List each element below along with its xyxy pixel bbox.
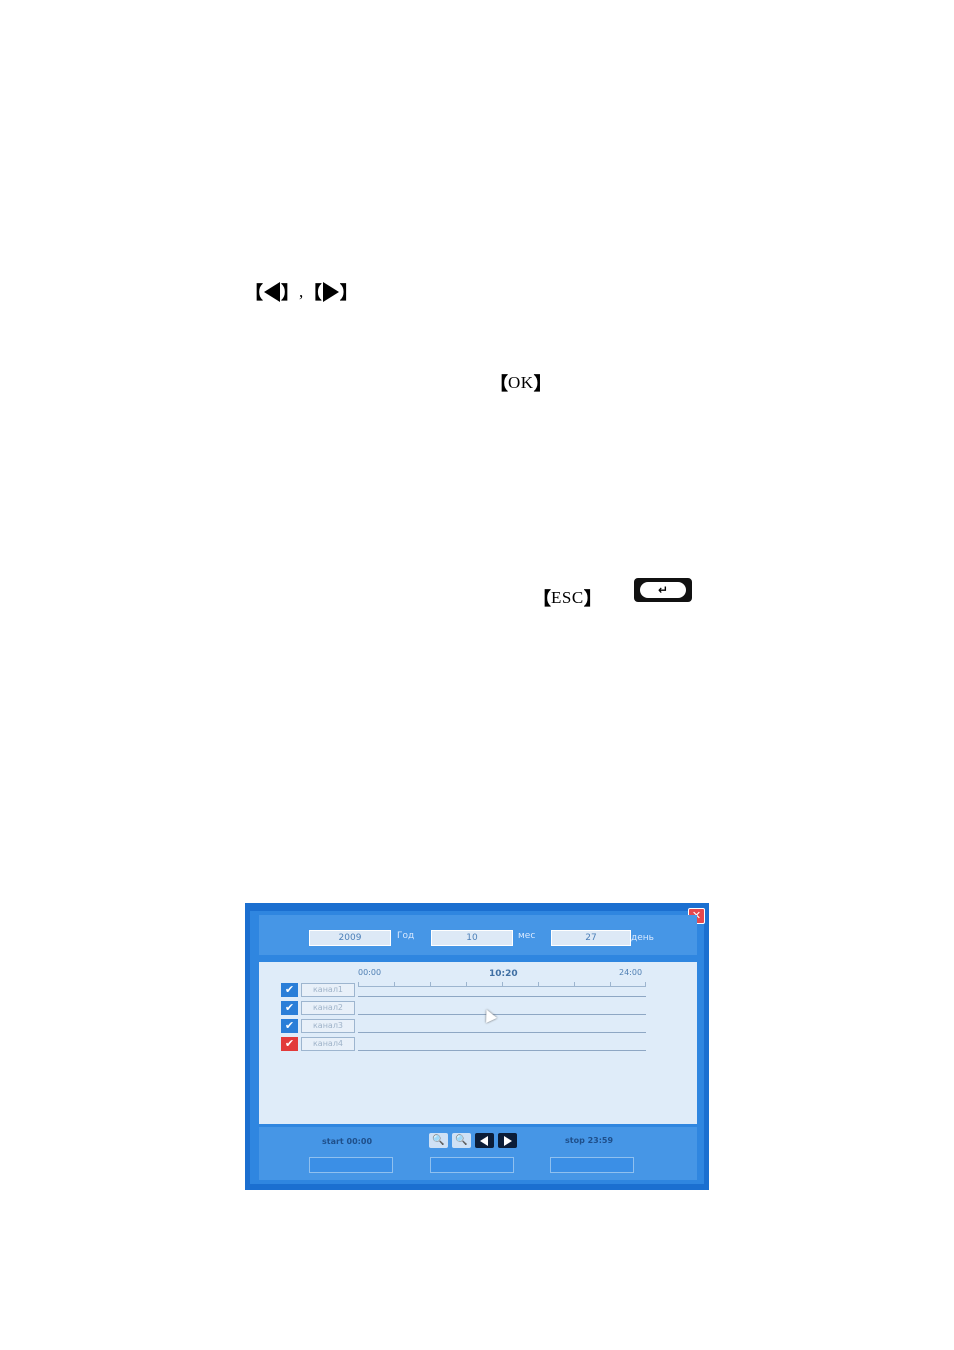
next-arrow-icon[interactable]: [498, 1133, 517, 1148]
return-arrow-icon: ↵: [640, 582, 686, 598]
ruler-tick: [538, 982, 539, 986]
left-bracket: 【: [533, 589, 551, 610]
stop-time-label: stop 23:59: [565, 1136, 614, 1145]
start-time-label: start 00:00: [322, 1137, 373, 1146]
ruler-tick: [610, 982, 611, 986]
ruler-tick: [574, 982, 575, 986]
action-button-3[interactable]: [550, 1157, 634, 1173]
dvr-search-window: ✕ 2009 Год 10 мес 27 день 00:00 10:20 24…: [245, 903, 709, 1190]
channel-checkbox[interactable]: ✔: [281, 1019, 298, 1033]
channel-label: канал2: [301, 1001, 355, 1015]
ruler-tick: [466, 982, 467, 986]
action-button-1[interactable]: [309, 1157, 393, 1173]
day-field[interactable]: 27: [551, 930, 631, 946]
date-bar: 2009 Год 10 мес 27 день: [259, 915, 697, 955]
esc-key: ESC: [551, 588, 584, 607]
ruler-tick: [358, 982, 359, 986]
ruler-tick: [502, 982, 503, 986]
right-bracket: 】: [339, 283, 358, 304]
month-label: мес: [518, 931, 536, 941]
left-bracket: 【: [490, 374, 508, 395]
channel-checkbox[interactable]: ✔: [281, 1037, 298, 1051]
channel-track[interactable]: [358, 996, 646, 997]
timeline-panel: 00:00 10:20 24:00 ✔ канал1 ✔ канал2 ✔ ка…: [259, 962, 697, 1124]
ok-key: OK: [508, 373, 534, 392]
channel-label: канал3: [301, 1019, 355, 1033]
right-bracket: 】: [583, 589, 602, 610]
channel-label: канал1: [301, 983, 355, 997]
right-bracket: 】: [281, 283, 299, 304]
channel-label: канал4: [301, 1037, 355, 1051]
timeline-ruler[interactable]: [358, 982, 646, 987]
left-bracket: 【: [303, 283, 322, 304]
ruler-tick: [394, 982, 395, 986]
timeline-start-time: 00:00: [358, 968, 382, 977]
right-bracket: 】: [533, 374, 552, 395]
channel-track[interactable]: [358, 1014, 646, 1015]
timeline-current-time: 10:20: [489, 969, 518, 979]
timeline-end-time: 24:00: [619, 968, 643, 977]
esc-key-line: 【 ESC 】: [533, 585, 602, 611]
left-bracket: 【: [245, 283, 263, 304]
left-arrow-icon: [264, 282, 280, 302]
channel-track[interactable]: [358, 1032, 646, 1033]
return-key-icon: ↵: [634, 578, 692, 602]
year-field[interactable]: 2009: [309, 930, 391, 946]
action-button-2[interactable]: [430, 1157, 514, 1173]
right-arrow-icon: [322, 282, 339, 302]
zoom-out-icon[interactable]: 🔍: [452, 1133, 471, 1148]
arrow-keys-line: 【 】 , 【 】: [245, 279, 358, 305]
zoom-in-icon[interactable]: 🔍: [429, 1133, 448, 1148]
ruler-tick: [430, 982, 431, 986]
year-label: Год: [397, 931, 415, 941]
channel-track[interactable]: [358, 1050, 646, 1051]
day-label: день: [631, 933, 654, 943]
bottom-control-bar: start 00:00 🔍 🔍 stop 23:59: [259, 1127, 697, 1180]
month-field[interactable]: 10: [431, 930, 513, 946]
ruler-tick: [645, 982, 646, 986]
prev-arrow-icon[interactable]: [475, 1133, 494, 1148]
channel-checkbox[interactable]: ✔: [281, 1001, 298, 1015]
channel-checkbox[interactable]: ✔: [281, 983, 298, 997]
ok-key-line: 【 OK 】: [490, 370, 552, 396]
